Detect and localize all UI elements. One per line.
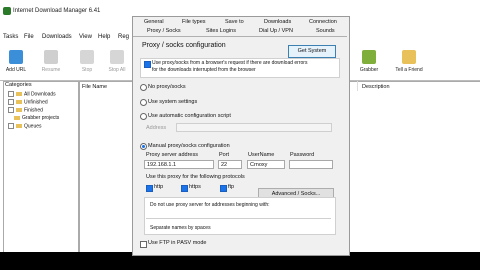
auto-script-radio[interactable] (140, 113, 147, 120)
http-checkbox[interactable] (146, 185, 153, 192)
tell-friend-icon (402, 50, 416, 64)
window-title: Internet Download Manager 6.41 (13, 8, 101, 14)
tab-save-to[interactable]: Save to (225, 19, 244, 25)
resume-label: Resume (41, 67, 61, 73)
expand-icon[interactable] (8, 99, 14, 105)
pasv-checkbox[interactable] (140, 241, 147, 248)
stop-all-icon (110, 50, 124, 64)
category-queues[interactable]: Queues (8, 123, 42, 129)
manual-proxy-radio[interactable] (140, 143, 147, 150)
menu-view[interactable]: View (79, 34, 92, 40)
ftp-label: ftp (228, 184, 235, 190)
stop-label: Stop (81, 67, 93, 73)
browser-proxy-checkbox[interactable] (144, 61, 151, 68)
https-checkbox[interactable] (181, 185, 188, 192)
tab-downloads[interactable]: Downloads (264, 19, 291, 25)
resume-button[interactable]: Resume (40, 50, 62, 73)
app-logo-icon (3, 7, 11, 15)
column-file-name[interactable]: File Name (82, 84, 107, 90)
browser-proxy-text-2: for the downloads interrupted from the b… (152, 67, 256, 73)
title-bar (0, 0, 134, 34)
port-input[interactable]: 22 (218, 160, 242, 169)
column-divider (357, 81, 358, 91)
category-label: Finished (24, 107, 43, 114)
expand-icon[interactable] (8, 123, 14, 129)
menu-registration[interactable]: Reg (118, 34, 129, 40)
pasv-label: Use FTP in PASV mode (148, 240, 207, 246)
manual-proxy-label: Manual proxy/socks configuration (148, 143, 230, 149)
stop-icon (80, 50, 94, 64)
no-proxy-label: No proxy/socks (148, 84, 186, 90)
stop-all-button[interactable]: Stop All (106, 50, 128, 73)
menu-tasks[interactable]: Tasks (3, 34, 18, 40)
add-url-button[interactable]: Add URL (5, 50, 27, 73)
proxy-heading: Proxy / socks configuration (142, 42, 226, 49)
tab-dial-up-vpn[interactable]: Dial Up / VPN (259, 28, 293, 34)
stop-button[interactable]: Stop (76, 50, 98, 73)
tab-proxy-socks[interactable]: Proxy / Socks (147, 28, 181, 34)
system-settings-label: Use system settings (148, 99, 198, 105)
category-label: Grabber projects (22, 115, 60, 121)
server-address-input[interactable]: 192.168.1.1 (144, 160, 214, 169)
menu-file[interactable]: File (24, 34, 34, 40)
category-all-downloads[interactable]: All Downloads (8, 91, 56, 97)
bypass-label: Do not use proxy server for addresses be… (150, 202, 270, 208)
tab-connection[interactable]: Connection (309, 19, 337, 25)
expand-icon[interactable] (8, 91, 14, 97)
add-url-icon (9, 50, 23, 64)
tab-divider (133, 36, 347, 37)
tab-sites-logins[interactable]: Sites Logins (206, 28, 236, 34)
stop-all-label: Stop All (108, 67, 126, 73)
category-label: Unfinished (24, 99, 48, 106)
add-url-label: Add URL (5, 67, 27, 73)
password-input[interactable] (289, 160, 333, 169)
folder-icon (16, 92, 22, 96)
ftp-checkbox[interactable] (220, 185, 227, 192)
system-settings-radio[interactable] (140, 99, 147, 106)
folder-icon (14, 115, 20, 120)
http-label: http (154, 184, 164, 190)
menu-help[interactable]: Help (98, 34, 110, 40)
grabber-icon (362, 50, 376, 64)
tell-friend-label: Tell a Friend (395, 67, 423, 73)
protocols-label: Use this proxy for the following protoco… (146, 174, 245, 180)
tab-general[interactable]: General (144, 19, 164, 25)
expand-icon[interactable] (8, 107, 14, 113)
folder-icon (16, 108, 22, 112)
no-proxy-radio[interactable] (140, 84, 147, 91)
port-label: Port (219, 152, 230, 158)
address-input[interactable] (176, 123, 332, 132)
grabber-button[interactable]: Grabber (358, 50, 380, 73)
category-grabber-projects[interactable]: Grabber projects (14, 115, 59, 121)
bypass-input[interactable] (146, 218, 331, 219)
get-system-button[interactable]: Get System (288, 45, 336, 58)
password-label: Password (290, 152, 315, 158)
auto-script-label: Use automatic configuration script (148, 113, 231, 119)
folder-icon (16, 100, 22, 104)
category-label: All Downloads (24, 91, 56, 98)
category-unfinished[interactable]: Unfinished (8, 99, 48, 105)
menu-downloads[interactable]: Downloads (42, 34, 72, 40)
folder-icon (16, 124, 22, 128)
resume-icon (44, 50, 58, 64)
username-label: UserName (248, 152, 275, 158)
categories-title: Categories (5, 82, 32, 88)
tell-friend-button[interactable]: Tell a Friend (392, 50, 426, 73)
browser-proxy-text-1: Use proxy/socks from a browser's request… (152, 60, 308, 66)
tab-file-types[interactable]: File types (182, 19, 206, 25)
separate-hint: Separate names by spaces (150, 225, 211, 231)
category-label: Queues (24, 123, 42, 130)
grabber-label: Grabber (359, 67, 379, 73)
tab-sounds[interactable]: Sounds (316, 28, 335, 34)
server-label: Proxy server address (146, 152, 198, 158)
username-input[interactable]: Crnoxy (247, 160, 285, 169)
category-finished[interactable]: Finished (8, 107, 43, 113)
address-label: Address (146, 125, 167, 131)
column-description[interactable]: Description (362, 84, 390, 90)
https-label: https (189, 184, 201, 190)
